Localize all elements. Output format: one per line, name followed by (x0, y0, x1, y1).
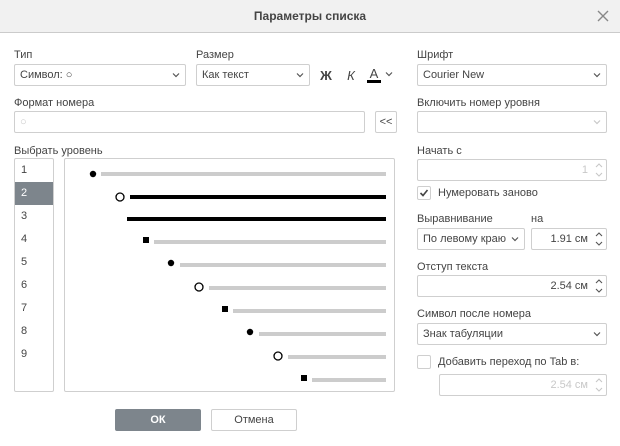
include-level-label: Включить номер уровня (417, 97, 540, 109)
spinner-arrows-icon (595, 278, 603, 294)
at-label: на (531, 213, 544, 225)
renumber-checkbox[interactable]: Нумеровать заново (417, 186, 538, 200)
preview-row-9 (273, 351, 386, 361)
list-preview-canvas (89, 170, 386, 382)
at-value: 1.91 см (550, 233, 588, 245)
add-tab-spinner[interactable]: 2.54 см (439, 374, 607, 396)
alignment-label: Выравнивание (417, 213, 493, 225)
chevron-down-icon (593, 118, 601, 126)
add-tab-checkbox[interactable]: Добавить переход по Tab в: (417, 355, 579, 369)
level-item-1[interactable]: 1 (15, 159, 53, 182)
font-color-label: A (367, 67, 381, 83)
after-number-label: Символ после номера (417, 308, 531, 320)
preview-row-3 (127, 217, 386, 221)
font-value: Courier New (423, 69, 485, 81)
type-value: Символ: ○ (20, 69, 73, 81)
text-indent-value: 2.54 см (550, 280, 588, 292)
text-indent-label: Отступ текста (417, 261, 489, 273)
size-select[interactable]: Как текст (196, 64, 310, 86)
level-item-7[interactable]: 7 (15, 297, 53, 320)
preview-row-2 (115, 192, 386, 202)
spinner-arrows-icon (595, 377, 603, 393)
level-item-8[interactable]: 8 (15, 320, 53, 343)
preview-row-1 (89, 170, 386, 178)
preview-row-8 (246, 328, 386, 336)
chevron-down-icon (593, 71, 601, 79)
spinner-arrows-icon (595, 162, 603, 178)
number-format-label: Формат номера (14, 97, 95, 109)
alignment-select[interactable]: По левому краю (417, 228, 525, 250)
chevron-down-icon (172, 71, 180, 79)
text-indent-spinner[interactable]: 2.54 см (417, 275, 607, 297)
choose-level-label: Выбрать уровень (14, 145, 103, 157)
type-label: Тип (14, 49, 33, 61)
add-tab-value: 2.54 см (550, 379, 588, 391)
at-spinner[interactable]: 1.91 см (531, 228, 607, 250)
close-icon (597, 10, 609, 22)
renumber-label: Нумеровать заново (438, 187, 538, 199)
level-item-6[interactable]: 6 (15, 274, 53, 297)
include-level-select[interactable] (417, 111, 607, 133)
level-item-2[interactable]: 2 (15, 182, 53, 205)
spinner-arrows-icon (595, 231, 603, 247)
preview-row-4 (143, 237, 386, 244)
chevron-down-icon (593, 330, 601, 338)
level-item-4[interactable]: 4 (15, 228, 53, 251)
after-number-value: Знак табуляции (423, 328, 504, 340)
preview-row-6 (194, 282, 386, 292)
start-at-value: 1 (581, 164, 588, 176)
ok-button[interactable]: ОК (115, 409, 201, 431)
after-number-select[interactable]: Знак табуляции (417, 323, 607, 345)
level-item-9[interactable]: 9 (15, 343, 53, 366)
checkbox-unchecked-icon (417, 355, 431, 369)
checkbox-checked-icon (417, 186, 431, 200)
level-item-5[interactable]: 5 (15, 251, 53, 274)
type-select[interactable]: Символ: ○ (14, 64, 186, 86)
number-format-input[interactable]: ○ (14, 111, 365, 133)
add-tab-label: Добавить переход по Tab в: (438, 356, 580, 368)
chevron-down-icon (296, 71, 304, 79)
preview-row-10 (301, 375, 386, 382)
dialog-title: Параметры списка (253, 9, 367, 23)
bold-button[interactable]: Ж (317, 66, 335, 84)
font-label: Шрифт (417, 49, 454, 61)
list-preview (64, 158, 395, 392)
number-format-value: ○ (20, 116, 27, 128)
chevron-down-icon (511, 235, 519, 243)
cancel-button[interactable]: Отмена (211, 409, 297, 431)
chevron-down-icon (385, 69, 393, 81)
level-list[interactable]: 1 2 3 4 5 6 7 8 9 (14, 158, 54, 392)
preview-row-5 (167, 259, 386, 267)
insert-level-button[interactable]: << (375, 111, 397, 133)
font-select[interactable]: Courier New (417, 64, 607, 86)
italic-button[interactable]: К (342, 66, 360, 84)
size-value: Как текст (202, 69, 249, 81)
start-at-label: Начать с (417, 145, 462, 157)
preview-row-7 (222, 306, 386, 313)
level-item-3[interactable]: 3 (15, 205, 53, 228)
alignment-value: По левому краю (423, 233, 506, 245)
start-at-spinner[interactable]: 1 (417, 159, 607, 181)
font-color-button[interactable]: A (367, 66, 393, 84)
size-label: Размер (196, 49, 234, 61)
close-button[interactable] (593, 6, 613, 26)
